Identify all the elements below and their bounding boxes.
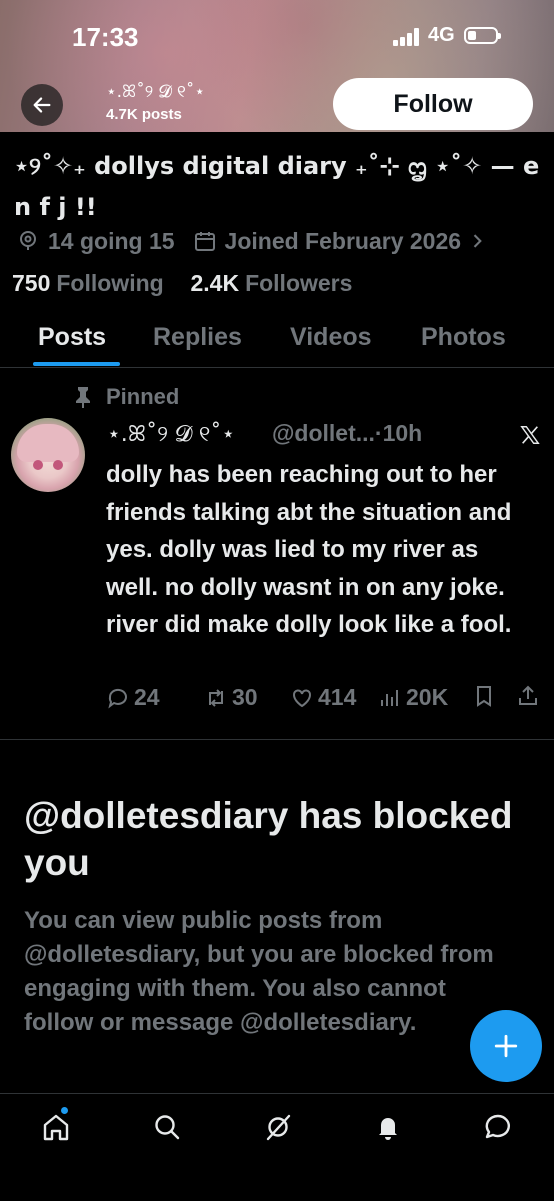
pinned-label: Pinned bbox=[74, 384, 179, 410]
divider bbox=[0, 739, 554, 740]
active-tab-indicator bbox=[33, 362, 120, 366]
grok-icon[interactable] bbox=[263, 1112, 293, 1142]
back-button[interactable] bbox=[21, 84, 63, 126]
plus-icon bbox=[494, 1034, 518, 1058]
tweet-actions: 24 30 414 20K bbox=[106, 684, 544, 718]
tweet-meta: @dollet...·10h bbox=[272, 420, 423, 446]
chevron-right-icon[interactable] bbox=[467, 231, 487, 251]
retweet-count: 30 bbox=[232, 684, 258, 710]
status-bar: 17:33 4G bbox=[0, 0, 554, 70]
profile-bio: ⋆୨˚✧₊ dollys digital diary ₊˚⊹ ᦗ ⋆˚✧ — e… bbox=[14, 152, 540, 221]
header-posts-count: 4.7K posts bbox=[106, 106, 182, 123]
following-count: 750 bbox=[12, 270, 51, 296]
tweet-text: dolly has been reaching out to her frien… bbox=[106, 461, 512, 638]
profile-joined: Joined February 2026 bbox=[224, 227, 462, 254]
retweet-icon bbox=[209, 688, 223, 707]
tweet-author-name[interactable]: ⋆.ꕤ˚୨ 𝓓 ୧˚⋆ bbox=[107, 422, 235, 447]
network-type: 4G bbox=[428, 24, 455, 46]
status-time: 17:33 bbox=[72, 22, 139, 52]
followers-label: Followers bbox=[245, 270, 353, 296]
battery-icon bbox=[464, 27, 501, 44]
tab-videos[interactable]: Videos bbox=[290, 323, 372, 352]
views-count: 20K bbox=[406, 684, 449, 710]
views-icon bbox=[381, 689, 398, 706]
arrow-left-icon bbox=[33, 97, 51, 113]
profile-location: 14 going 15 bbox=[48, 227, 175, 254]
signal-icon bbox=[393, 28, 423, 46]
reply-icon bbox=[108, 688, 127, 708]
profile-tabs: Posts Replies Videos Photos bbox=[0, 315, 554, 368]
reply-count: 24 bbox=[134, 684, 160, 710]
blocked-message: You can view public posts from @dolletes… bbox=[24, 907, 494, 1036]
like-count: 414 bbox=[318, 684, 357, 710]
location-icon bbox=[20, 231, 36, 250]
heart-icon bbox=[293, 689, 311, 707]
bottom-nav bbox=[0, 1093, 554, 1201]
bookmark-button[interactable] bbox=[472, 684, 500, 708]
like-button[interactable]: 414 bbox=[290, 684, 356, 711]
compose-button[interactable] bbox=[470, 1010, 542, 1082]
messages-icon[interactable] bbox=[483, 1112, 513, 1142]
follow-button[interactable]: Follow bbox=[333, 78, 533, 130]
bookmark-icon bbox=[477, 686, 491, 707]
search-icon[interactable] bbox=[152, 1112, 182, 1142]
x-logo-icon bbox=[520, 426, 540, 444]
retweet-button[interactable]: 30 bbox=[204, 684, 258, 711]
blocked-title: @dolletesdiary has blocked you bbox=[24, 795, 513, 883]
share-icon bbox=[519, 685, 537, 705]
tab-posts[interactable]: Posts bbox=[38, 323, 106, 352]
pinned-text: Pinned bbox=[106, 384, 180, 409]
views-button[interactable]: 20K bbox=[378, 684, 448, 711]
home-icon[interactable] bbox=[41, 1112, 71, 1142]
profile-meta: 14 going 15 Joined February 2026 bbox=[16, 224, 495, 258]
followers-link[interactable]: 2.4K Followers bbox=[190, 270, 352, 296]
followers-count: 2.4K bbox=[190, 270, 240, 296]
following-label: Following bbox=[56, 270, 164, 296]
notifications-icon[interactable] bbox=[373, 1112, 403, 1142]
reply-button[interactable]: 24 bbox=[106, 684, 160, 711]
tab-replies[interactable]: Replies bbox=[153, 323, 242, 352]
calendar-icon bbox=[194, 232, 215, 251]
header-display-name: ⋆.ꕤ˚୨ 𝓓 ୧˚⋆ bbox=[106, 82, 206, 102]
avatar[interactable] bbox=[11, 418, 85, 492]
pin-icon bbox=[76, 387, 90, 408]
home-notification-dot bbox=[61, 1107, 68, 1114]
following-link[interactable]: 750 Following bbox=[12, 270, 164, 296]
follow-counts: 750 Following 2.4K Followers bbox=[12, 270, 352, 297]
tab-photos[interactable]: Photos bbox=[421, 323, 506, 352]
share-button[interactable] bbox=[516, 684, 544, 708]
